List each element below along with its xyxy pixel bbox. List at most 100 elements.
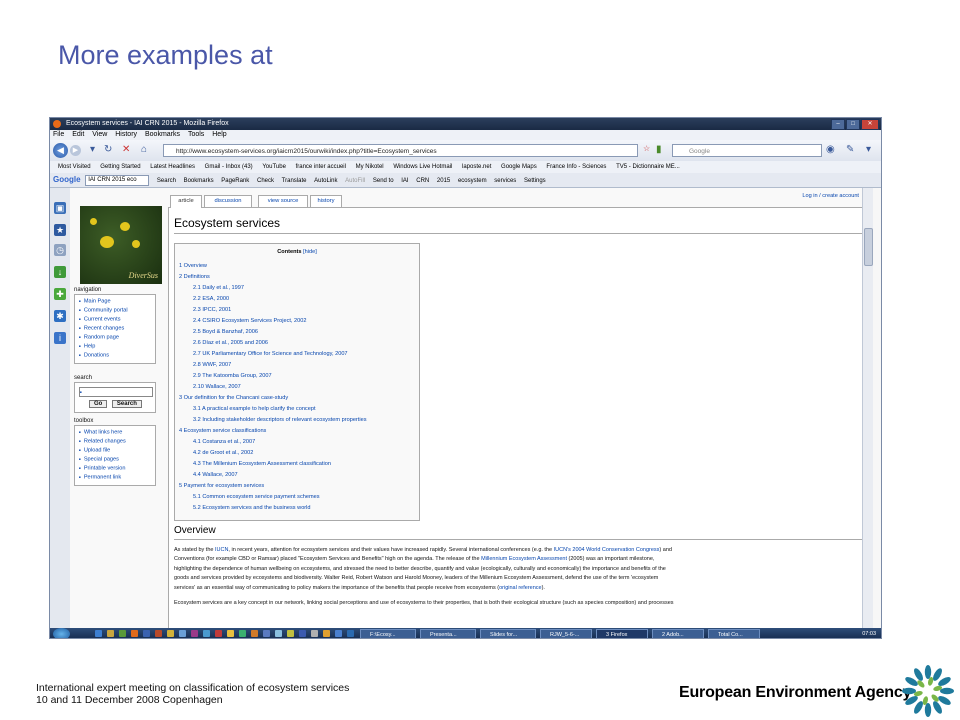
taskbar-item-adobe[interactable]: 2 Adob...: [652, 629, 704, 638]
stop-icon[interactable]: ✕: [122, 144, 130, 155]
toc-link[interactable]: 5 Payment for ecosystem services: [179, 483, 264, 489]
toc-link[interactable]: 5.2 Ecosystem services and the business …: [193, 505, 311, 511]
tab-history[interactable]: history: [310, 195, 342, 207]
check-button[interactable]: Check: [257, 178, 274, 184]
toc-link[interactable]: 2.4 CSIRO Ecosystem Services Project, 20…: [193, 318, 306, 324]
toc-link[interactable]: 4 Ecosystem service classifications: [179, 428, 266, 434]
nav-link[interactable]: Community portal: [79, 306, 153, 315]
nav-link[interactable]: Recent changes: [79, 324, 153, 333]
toc-link[interactable]: 4.1 Costanza et al., 2007: [193, 439, 255, 445]
nav-link[interactable]: Current events: [79, 315, 153, 324]
google-search-button[interactable]: Search: [157, 178, 176, 184]
bookmark-item[interactable]: TV5 - Dictionnaire ME...: [616, 164, 680, 170]
toc-link[interactable]: 2.3 IPCC, 2001: [193, 307, 231, 313]
address-bar[interactable]: http://www.ecosystem-services.org/iaicrn…: [163, 144, 638, 157]
search-button[interactable]: Search: [111, 400, 142, 408]
toc-link[interactable]: 2.6 Díaz et al., 2005 and 2006: [193, 340, 268, 346]
go-button[interactable]: Go: [89, 400, 108, 408]
highlight-term-iai[interactable]: IAI: [401, 178, 408, 184]
star-icon[interactable]: ☆: [643, 144, 650, 153]
menu-edit[interactable]: Edit: [72, 131, 84, 138]
quicklaunch-icon[interactable]: [155, 630, 162, 637]
minimize-button[interactable]: –: [831, 119, 845, 130]
settings-button[interactable]: Settings: [524, 178, 546, 184]
iucn-link[interactable]: IUCN: [215, 547, 228, 553]
vertical-scrollbar[interactable]: [862, 188, 873, 628]
menu-tools[interactable]: Tools: [188, 131, 204, 138]
toc-link[interactable]: 4.4 Wallace, 2007: [193, 472, 238, 478]
quicklaunch-icon[interactable]: [287, 630, 294, 637]
toc-link[interactable]: 4.3 The Millenium Ecosystem Assessment c…: [193, 461, 331, 467]
send-to-button[interactable]: Send to: [373, 178, 394, 184]
reload-icon[interactable]: ↻: [104, 144, 112, 155]
taskbar-item-explorer[interactable]: F:\Ecosy...: [360, 629, 416, 638]
addons-puzzle-icon[interactable]: ✚: [54, 288, 66, 300]
highlight-term-crn[interactable]: CRN: [416, 178, 429, 184]
scrollbar-thumb[interactable]: [864, 228, 873, 266]
menu-history[interactable]: History: [115, 131, 137, 138]
quicklaunch-icon[interactable]: [323, 630, 330, 637]
taskbar-item-document[interactable]: RJW_5-6-...: [540, 629, 592, 638]
autolink-button[interactable]: AutoLink: [314, 178, 337, 184]
toc-link[interactable]: 2.1 Daily et al., 1997: [193, 285, 244, 291]
highlight-term-services[interactable]: services: [494, 178, 516, 184]
toc-link[interactable]: 5.1 Common ecosystem service payment sch…: [193, 494, 320, 500]
toc-link[interactable]: 2.8 WWF, 2007: [193, 362, 231, 368]
translate-button[interactable]: Translate: [282, 178, 307, 184]
bookmark-item[interactable]: france inter accueil: [296, 164, 346, 170]
history-dropdown-icon[interactable]: ▾: [90, 144, 95, 155]
toc-link[interactable]: 2 Definitions: [179, 274, 210, 280]
taskbar-item-total-commander[interactable]: Total Co...: [708, 629, 760, 638]
toolbox-link[interactable]: Printable version: [79, 464, 153, 473]
bookmark-item[interactable]: My Nikotel: [356, 164, 384, 170]
toc-link[interactable]: 1 Overview: [179, 263, 207, 269]
bookmark-item[interactable]: Google Maps: [501, 164, 537, 170]
nav-link[interactable]: Random page: [79, 333, 153, 342]
bookmark-item[interactable]: laposte.net: [462, 164, 491, 170]
search-input[interactable]: Google: [672, 144, 822, 157]
bookmark-item[interactable]: Windows Live Hotmail: [393, 164, 452, 170]
menu-view[interactable]: View: [92, 131, 107, 138]
quicklaunch-icon[interactable]: [239, 630, 246, 637]
toolbox-link[interactable]: What links here: [79, 428, 153, 437]
start-button[interactable]: [53, 628, 70, 638]
tab-discussion[interactable]: discussion: [204, 195, 252, 207]
toc-link[interactable]: 2.2 ESA, 2000: [193, 296, 229, 302]
tab-article[interactable]: article: [170, 195, 202, 208]
forward-button[interactable]: ▶: [70, 145, 81, 156]
bookmark-item[interactable]: Gmail - Inbox (43): [205, 164, 253, 170]
toolbox-link[interactable]: Related changes: [79, 437, 153, 446]
iucn-congress-link[interactable]: IUCN's 2004 World Conservation Congress: [554, 547, 660, 553]
toc-link[interactable]: 3.2 Including stakeholder descriptors of…: [193, 417, 367, 423]
download-icon[interactable]: ↓: [54, 266, 66, 278]
login-link[interactable]: Log in / create account: [802, 193, 859, 199]
home-icon[interactable]: ⌂: [141, 144, 147, 155]
bookmark-item[interactable]: Latest Headlines: [150, 164, 195, 170]
quicklaunch-icon[interactable]: [203, 630, 210, 637]
highlight-term-ecosystem[interactable]: ecosystem: [458, 178, 487, 184]
quicklaunch-icon[interactable]: [215, 630, 222, 637]
toc-link[interactable]: 3 Our definition for the Chancani case-s…: [179, 395, 288, 401]
feed-icon[interactable]: ◉: [826, 144, 835, 155]
menu-file[interactable]: File: [53, 131, 64, 138]
autofill-button[interactable]: AutoFill: [345, 178, 365, 184]
nav-link[interactable]: Donations: [79, 351, 153, 360]
bookmark-star-icon[interactable]: ★: [54, 224, 66, 236]
quicklaunch-icon[interactable]: [335, 630, 342, 637]
highlight-term-2015[interactable]: 2015: [437, 178, 450, 184]
quicklaunch-icon[interactable]: [251, 630, 258, 637]
quicklaunch-icon[interactable]: [347, 630, 354, 637]
close-button[interactable]: ✕: [861, 119, 879, 130]
toolbox-link[interactable]: Special pages: [79, 455, 153, 464]
menu-help[interactable]: Help: [212, 131, 226, 138]
print-icon[interactable]: ✎: [846, 144, 854, 155]
quicklaunch-icon[interactable]: [191, 630, 198, 637]
quicklaunch-icon[interactable]: [311, 630, 318, 637]
quicklaunch-icon[interactable]: [227, 630, 234, 637]
quicklaunch-icon[interactable]: [119, 630, 126, 637]
toc-link[interactable]: 3.1 A practical example to help clarify …: [193, 406, 316, 412]
maximize-button[interactable]: □: [846, 119, 860, 130]
taskbar-item-slides[interactable]: Slides for...: [480, 629, 536, 638]
bookmark-item[interactable]: YouTube: [262, 164, 286, 170]
addon-icon[interactable]: ▮: [656, 144, 662, 155]
